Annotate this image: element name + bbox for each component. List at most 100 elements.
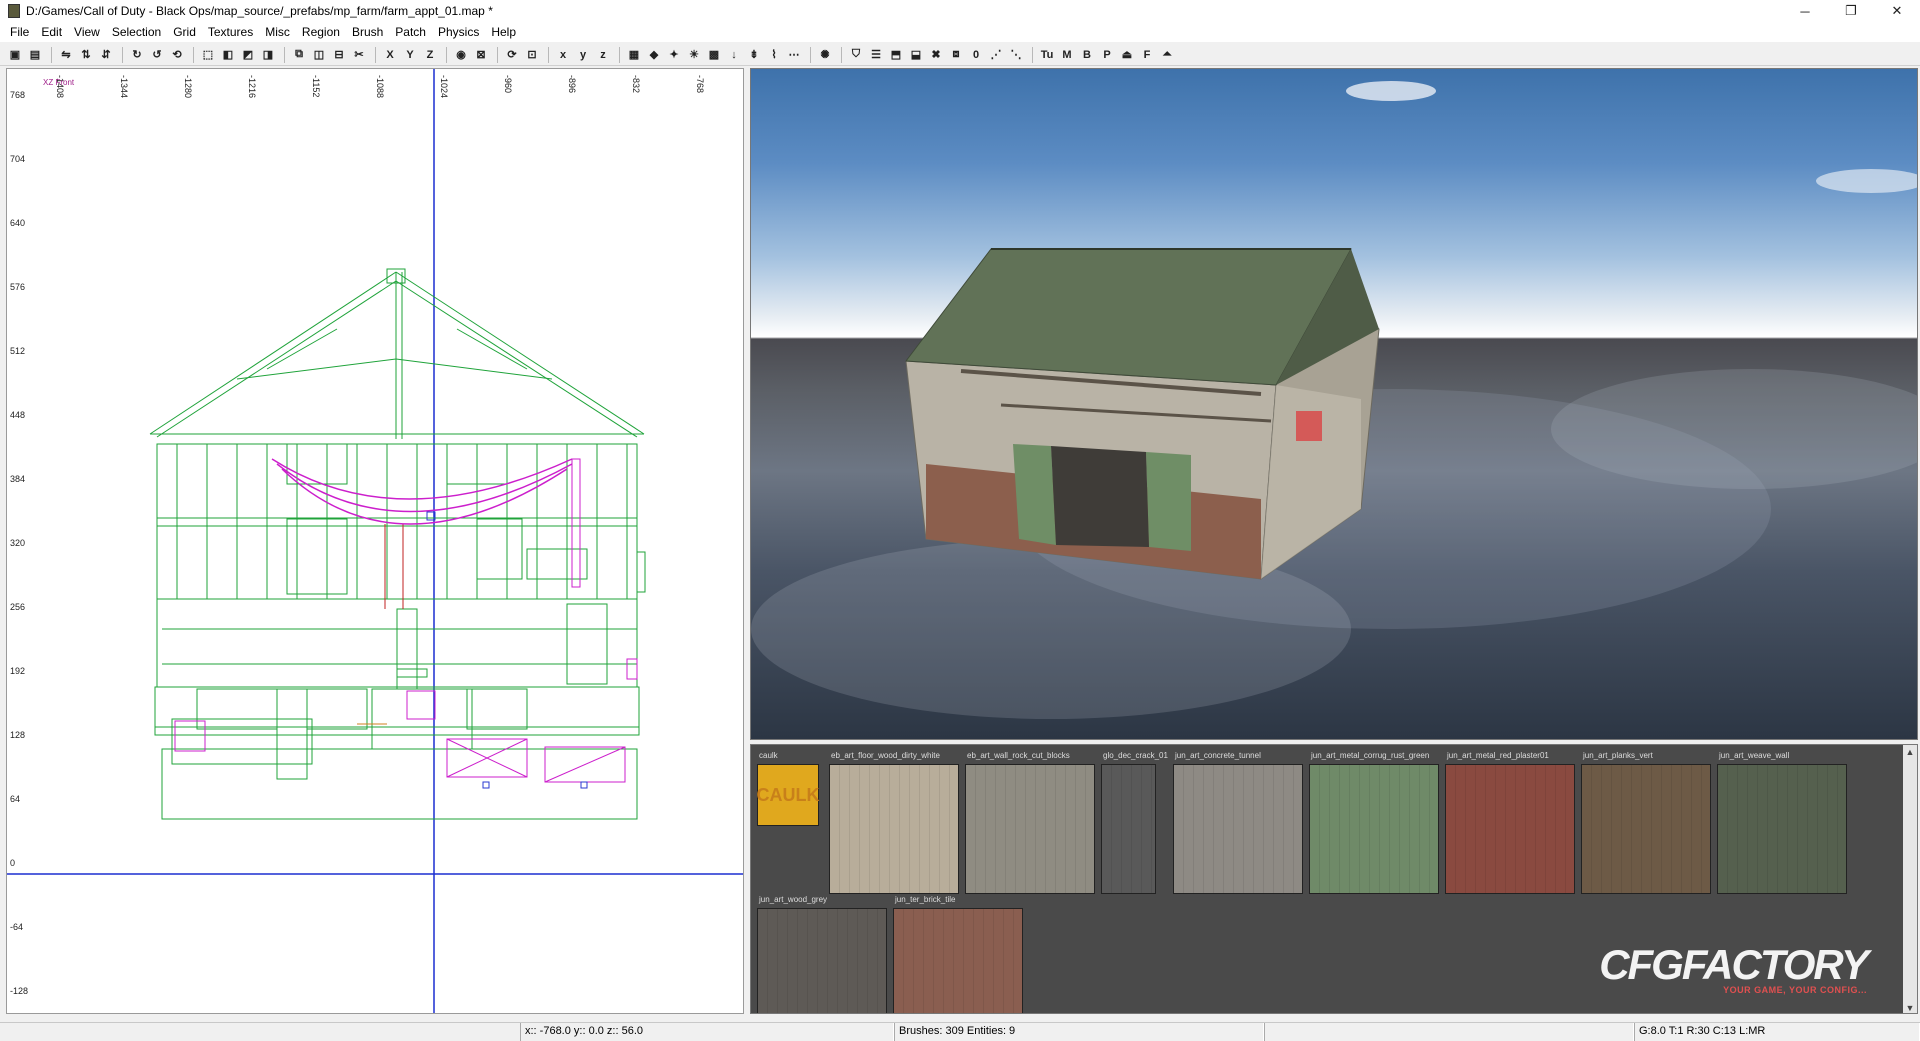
texture-swatch[interactable]	[1717, 764, 1847, 894]
path-icon[interactable]: ⋰	[987, 46, 1005, 64]
show-brush-icon[interactable]: ◆	[645, 46, 663, 64]
menu-region[interactable]: Region	[296, 25, 346, 39]
light-preview-icon[interactable]: ✺	[816, 46, 834, 64]
drop-icon[interactable]: ↓	[725, 46, 743, 64]
prefab-ref-icon[interactable]: ⬓	[907, 46, 925, 64]
toolbar-text-button[interactable]: P	[1098, 46, 1116, 64]
toolbar-text-button[interactable]: F	[1138, 46, 1156, 64]
texture-swatch[interactable]: CAULK	[757, 764, 820, 826]
camera-3d-view[interactable]	[750, 68, 1918, 740]
toolbar-separator	[619, 46, 620, 63]
z-axis-icon[interactable]: z	[594, 46, 612, 64]
camera-canvas[interactable]	[751, 69, 1918, 740]
show-models-icon[interactable]: ✦	[665, 46, 683, 64]
texture-swatch[interactable]	[1581, 764, 1711, 894]
texture-scrollbar[interactable]: ▲ ▼	[1903, 745, 1917, 1013]
view-xy-icon[interactable]: X	[381, 46, 399, 64]
scroll-down-icon[interactable]: ▼	[1903, 1001, 1917, 1013]
show-nodes-icon[interactable]: ⌇	[765, 46, 783, 64]
texture-browser[interactable]: caulk CAULK eb_art_floor_wood_dirty_white e…	[750, 744, 1918, 1014]
menu-view[interactable]: View	[68, 25, 106, 39]
csg-merge-icon[interactable]: ◫	[310, 46, 328, 64]
texture-swatch[interactable]	[965, 764, 1095, 894]
wire-box	[476, 518, 523, 580]
window-title: D:/Games/Call of Duty - Black Ops/map_so…	[26, 4, 493, 18]
farmhouse-model[interactable]	[905, 248, 1380, 581]
menu-patch[interactable]: Patch	[389, 25, 432, 39]
camera-icon[interactable]: ◉	[452, 46, 470, 64]
open-icon[interactable]: ▣	[6, 46, 24, 64]
texture-swatch[interactable]	[1309, 764, 1439, 894]
show-paths-icon[interactable]: ⋯	[785, 46, 803, 64]
prefab-icon[interactable]: ⬒	[887, 46, 905, 64]
cubic-clip-icon[interactable]: ⊡	[523, 46, 541, 64]
toolbar-text-button[interactable]: ⏶	[1158, 46, 1176, 64]
save-icon[interactable]: ▤	[26, 46, 44, 64]
wire-box	[161, 748, 638, 820]
show-detail-icon[interactable]: ▩	[705, 46, 723, 64]
view-xz-icon[interactable]: Y	[401, 46, 419, 64]
menu-help[interactable]: Help	[485, 25, 522, 39]
minimize-button[interactable]: ─	[1782, 0, 1828, 22]
ortho-xz-view[interactable]: -1408 -1344 -1280 -1216 -1152 -1088 -1024 -960-…	[6, 68, 744, 1014]
texture-name: jun_art_metal_red_plaster01	[1447, 751, 1549, 760]
select-touching-icon[interactable]: ◩	[239, 46, 257, 64]
menu-textures[interactable]: Textures	[202, 25, 259, 39]
x-tick-label: -1088	[375, 75, 385, 98]
filter-icon[interactable]: ⛉	[847, 46, 865, 64]
wire-edge	[395, 271, 645, 435]
toolbar-text-button[interactable]: ⏏	[1118, 46, 1136, 64]
app-icon	[8, 4, 20, 18]
show-curve-icon[interactable]: ⇟	[745, 46, 763, 64]
menu-grid[interactable]: Grid	[167, 25, 202, 39]
clipper-icon[interactable]: ✂	[350, 46, 368, 64]
flip-x-icon[interactable]: ⇋	[57, 46, 75, 64]
zero-icon[interactable]: 0	[967, 46, 985, 64]
flip-y-icon[interactable]: ⇅	[77, 46, 95, 64]
rotate-x-icon[interactable]: ↻	[128, 46, 146, 64]
y-axis-icon[interactable]: y	[574, 46, 592, 64]
y-tick-label: 320	[10, 538, 25, 548]
ortho-canvas[interactable]: -1408 -1344 -1280 -1216 -1152 -1088 -1024 -960-…	[7, 69, 744, 1014]
toolbar-text-button[interactable]: M	[1058, 46, 1076, 64]
menu-misc[interactable]: Misc	[259, 25, 296, 39]
select-inside-icon[interactable]: ◧	[219, 46, 237, 64]
select-complete-icon[interactable]: ⬚	[199, 46, 217, 64]
delete-icon[interactable]: ✖	[927, 46, 945, 64]
flip-z-icon[interactable]: ⇵	[97, 46, 115, 64]
menu-edit[interactable]: Edit	[35, 25, 68, 39]
toolbar-text-button[interactable]: B	[1078, 46, 1096, 64]
texture-swatch[interactable]	[1445, 764, 1575, 894]
texture-swatch[interactable]	[757, 908, 887, 1013]
close-button[interactable]: ✕	[1874, 0, 1920, 22]
x-axis-icon[interactable]: x	[554, 46, 572, 64]
menu-selection[interactable]: Selection	[106, 25, 167, 39]
csg-subtract-icon[interactable]: ⧉	[290, 46, 308, 64]
rotate-y-icon[interactable]: ↺	[148, 46, 166, 64]
toolbar-text-button[interactable]: Tu	[1038, 46, 1056, 64]
select-partial-icon[interactable]: ◨	[259, 46, 277, 64]
view-yz-icon[interactable]: Z	[421, 46, 439, 64]
scroll-up-icon[interactable]: ▲	[1903, 745, 1917, 759]
menu-bar: File Edit View Selection Grid Textures Misc Reg…	[0, 22, 1920, 42]
pathnode-icon[interactable]: ⋱	[1007, 46, 1025, 64]
texture-swatch[interactable]	[1101, 764, 1156, 894]
rotate-z-icon[interactable]: ⟲	[168, 46, 186, 64]
change-view-icon[interactable]: ⟳	[503, 46, 521, 64]
show-patch-icon[interactable]: ▦	[625, 46, 643, 64]
menu-file[interactable]: File	[4, 25, 35, 39]
texture-swatch[interactable]	[893, 908, 1023, 1013]
texture-swatch[interactable]	[829, 764, 959, 894]
house-wireframe[interactable]	[149, 268, 646, 820]
wire-box	[466, 688, 528, 730]
wire-box	[406, 690, 436, 720]
maximize-button[interactable]: ❐	[1828, 0, 1874, 22]
menu-physics[interactable]: Physics	[432, 25, 485, 39]
model-icon[interactable]: ⧈	[947, 46, 965, 64]
layers-icon[interactable]: ☰	[867, 46, 885, 64]
texture-lock-icon[interactable]: ⊠	[472, 46, 490, 64]
show-lights-icon[interactable]: ☀	[685, 46, 703, 64]
menu-brush[interactable]: Brush	[346, 25, 389, 39]
csg-hollow-icon[interactable]: ⊟	[330, 46, 348, 64]
texture-swatch[interactable]	[1173, 764, 1303, 894]
